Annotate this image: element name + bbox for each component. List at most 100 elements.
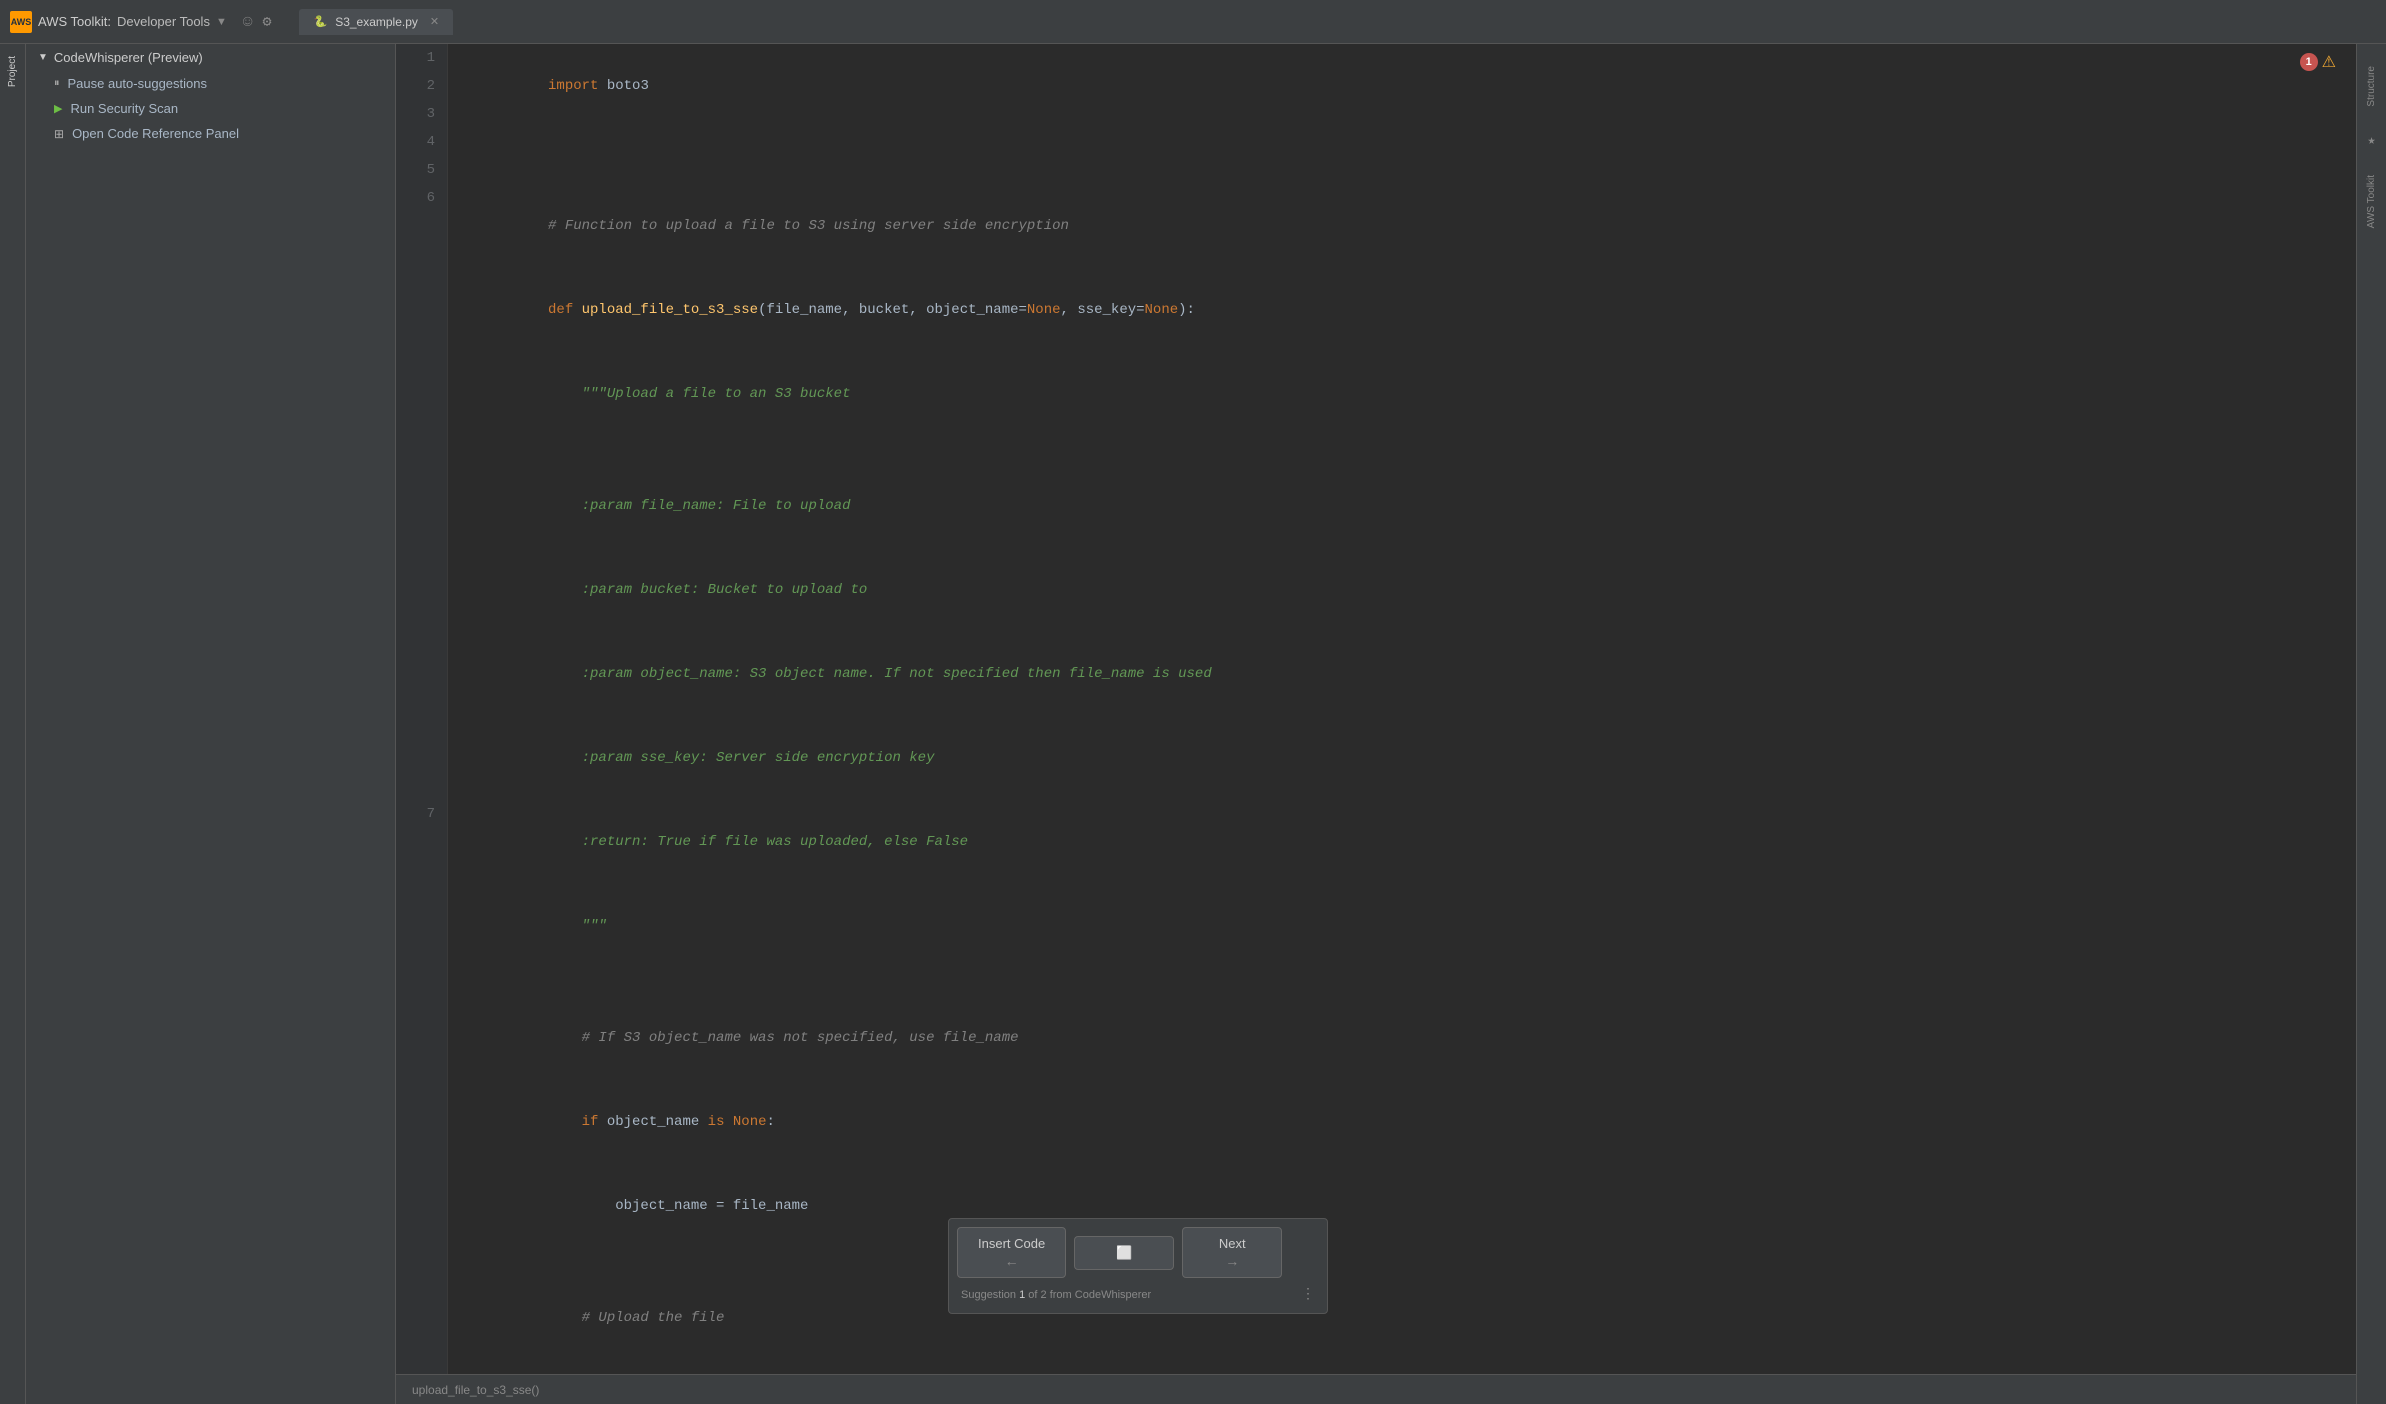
code-line-6e: :param object_name: S3 object name. If n…	[464, 632, 2356, 716]
tab-close-button[interactable]: ✕	[430, 15, 439, 28]
line-num-6k	[396, 464, 447, 492]
sidebar-item-scan[interactable]: ▶ Run Security Scan	[26, 96, 395, 121]
code-line-6h: """	[464, 884, 2356, 968]
line-num-6l	[396, 492, 447, 520]
code-line-6k: if object_name is None:	[464, 1080, 2356, 1164]
sidebar-item-pause[interactable]: ⏸ Pause auto-suggestions	[26, 71, 395, 96]
sidebar-section-codewhisperer[interactable]: ▼ CodeWhisperer (Preview)	[26, 44, 395, 71]
sidebar-reference-label: Open Code Reference Panel	[72, 126, 239, 141]
code-line-6f: :param sse_key: Server side encryption k…	[464, 716, 2356, 800]
code-line-5: def upload_file_to_s3_sse(file_name, buc…	[464, 268, 2356, 352]
line-num-6t	[396, 716, 447, 744]
file-tab[interactable]: 🐍 S3_example.py ✕	[299, 9, 453, 35]
top-bar-icons: ☺ ⚙	[243, 12, 272, 31]
pause-icon: ⏸	[54, 77, 60, 90]
line-num-6d	[396, 268, 447, 296]
suggestion-footer: Suggestion 1 of 2 from CodeWhisperer ⋮	[957, 1284, 1319, 1305]
line-num-6n	[396, 548, 447, 576]
line-num-6e	[396, 296, 447, 324]
sidebar: ▼ CodeWhisperer (Preview) ⏸ Pause auto-s…	[26, 44, 396, 1404]
line-num-6o	[396, 576, 447, 604]
aws-toolkit-label: AWS AWS Toolkit: Developer Tools ▼	[10, 11, 227, 33]
project-label[interactable]: Project	[3, 44, 22, 99]
line-num-5: 5	[396, 156, 447, 184]
sidebar-section-label: CodeWhisperer (Preview)	[54, 50, 203, 65]
line-num-6c	[396, 240, 447, 268]
line-num-6u	[396, 744, 447, 772]
favorites-icon[interactable]: ★	[2362, 131, 2382, 151]
code-editor[interactable]: 1 ⚠ 1 2 3 4 5 6	[396, 44, 2356, 1374]
dev-tools-button[interactable]: Developer Tools	[117, 14, 210, 29]
previous-suggestion-button[interactable]: ⬜	[1074, 1236, 1174, 1270]
editor-area: 1 ⚠ 1 2 3 4 5 6	[396, 44, 2356, 1404]
insert-arrow: ←	[1005, 1253, 1019, 1269]
suggestion-footer-text: Suggestion	[961, 1289, 1019, 1301]
line-num-4: 4	[396, 128, 447, 156]
code-line-6m	[464, 1248, 2356, 1276]
code-line-2	[464, 128, 2356, 156]
sidebar-pause-label: Pause auto-suggestions	[68, 76, 207, 91]
function-name-status: upload_file_to_s3_sse()	[412, 1383, 539, 1397]
settings-icon[interactable]: ⚙	[262, 12, 271, 31]
tab-filename: S3_example.py	[335, 15, 418, 29]
line-num-3: 3	[396, 100, 447, 128]
suggestion-menu-icon[interactable]: ⋮	[1301, 1286, 1315, 1303]
line-num-6j	[396, 436, 447, 464]
insert-code-button[interactable]: Insert Code ←	[957, 1227, 1066, 1278]
chevron-down-icon: ▼	[38, 52, 48, 63]
code-content[interactable]: import boto3 # Function to upload a file…	[448, 44, 2356, 1374]
code-line-4: # Function to upload a file to S3 using …	[464, 184, 2356, 268]
main-layout: Project ▼ CodeWhisperer (Preview) ⏸ Paus…	[0, 44, 2386, 1404]
code-line-1: import boto3	[464, 44, 2356, 128]
status-bar: upload_file_to_s3_sse()	[396, 1374, 2356, 1404]
line-num-6g	[396, 352, 447, 380]
line-num-6r	[396, 660, 447, 688]
line-num-6: 6	[396, 184, 447, 212]
sidebar-scan-label: Run Security Scan	[70, 101, 178, 116]
line-num-7: 7	[396, 800, 447, 828]
code-line-6n: # Upload the file	[464, 1276, 2356, 1360]
line-num-2: 2	[396, 72, 447, 100]
line-num-6b	[396, 212, 447, 240]
smiley-icon[interactable]: ☺	[243, 13, 253, 31]
next-suggestion-button[interactable]: Next →	[1182, 1227, 1282, 1278]
insert-code-label: Insert Code	[978, 1236, 1045, 1251]
dropdown-icon[interactable]: ▼	[216, 16, 227, 28]
play-icon: ▶	[54, 102, 62, 115]
right-panel: Structure ★ AWS Toolkit	[2356, 44, 2386, 1404]
line-num-6v	[396, 772, 447, 800]
code-line-6g: :return: True if file was uploaded, else…	[464, 800, 2356, 884]
ref-icon: ⊞	[54, 127, 64, 141]
tab-area: 🐍 S3_example.py ✕	[299, 9, 453, 35]
code-line-6c: :param file_name: File to upload	[464, 464, 2356, 548]
code-line-6: """Upload a file to an S3 bucket	[464, 352, 2356, 436]
line-num-6p	[396, 604, 447, 632]
structure-label[interactable]: Structure	[2362, 54, 2381, 119]
suggestion-popup: Insert Code ← ⬜ Next → Suggest	[948, 1218, 1328, 1314]
code-line-6j: # If S3 object_name was not specified, u…	[464, 996, 2356, 1080]
aws-label: AWS Toolkit:	[38, 14, 111, 29]
line-numbers: 1 2 3 4 5 6	[396, 44, 448, 1374]
python-file-icon: 🐍	[313, 15, 327, 28]
left-panel-labels: Project	[0, 44, 26, 1404]
line-num-6m	[396, 520, 447, 548]
next-arrow: →	[1225, 1253, 1239, 1269]
code-line-6l: object_name = file_name	[464, 1164, 2356, 1248]
line-num-6q	[396, 632, 447, 660]
line-num-1: 1	[396, 44, 447, 72]
code-line-6d: :param bucket: Bucket to upload to	[464, 548, 2356, 632]
prev-label: ⬜	[1116, 1245, 1132, 1261]
code-line-6b	[464, 436, 2356, 464]
suggestion-info: Suggestion 1 of 2 from CodeWhisperer	[961, 1289, 1151, 1301]
line-num-6s	[396, 688, 447, 716]
suggestion-buttons: Insert Code ← ⬜ Next →	[957, 1227, 1319, 1278]
code-line-6o: s3_client = boto3.client('s3')	[464, 1360, 2356, 1374]
next-label: Next	[1219, 1236, 1246, 1251]
code-line-3	[464, 156, 2356, 184]
sidebar-item-reference[interactable]: ⊞ Open Code Reference Panel	[26, 121, 395, 146]
aws-icon: AWS	[10, 11, 32, 33]
code-line-6i	[464, 968, 2356, 996]
line-num-6f	[396, 324, 447, 352]
aws-toolkit-label-right[interactable]: AWS Toolkit	[2362, 163, 2381, 240]
top-bar: AWS AWS Toolkit: Developer Tools ▼ ☺ ⚙ 🐍…	[0, 0, 2386, 44]
